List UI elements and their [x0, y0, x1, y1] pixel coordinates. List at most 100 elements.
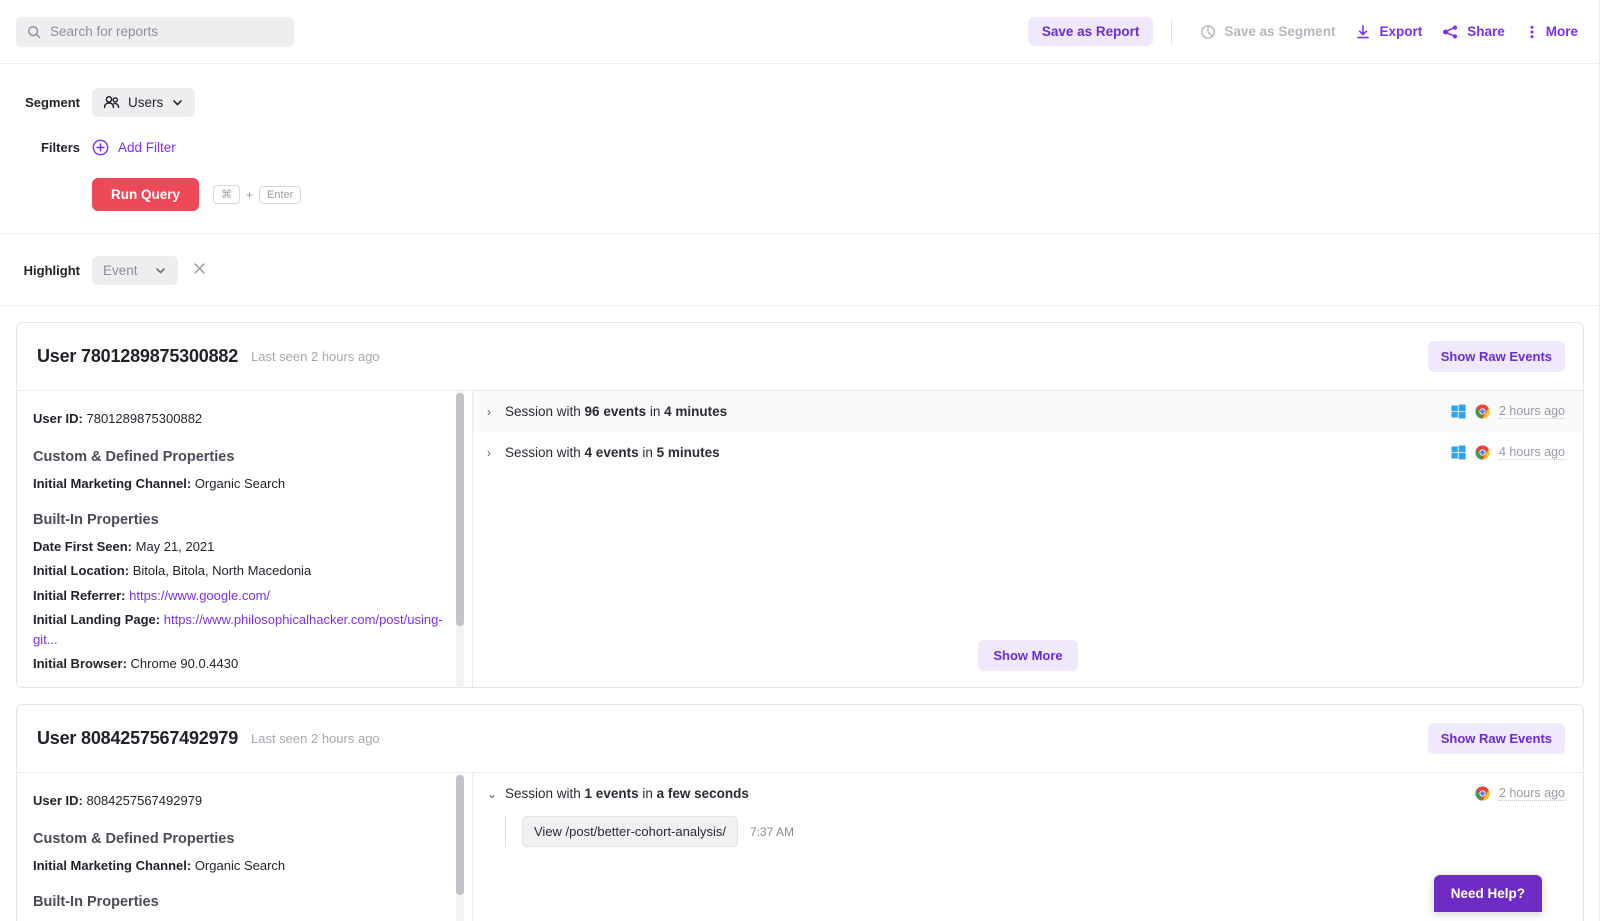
- user-id-value: 7801289875300882: [86, 411, 203, 426]
- more-label: More: [1545, 24, 1578, 39]
- search-placeholder: Search for reports: [50, 24, 159, 39]
- add-filter-button[interactable]: Add Filter: [92, 139, 176, 156]
- save-as-report-button[interactable]: Save as Report: [1027, 17, 1154, 46]
- session-row[interactable]: ⌄ Session with 1 events in a few seconds: [473, 773, 1583, 814]
- export-label: Export: [1379, 24, 1423, 39]
- pie-chart-icon: [1201, 24, 1216, 39]
- chevron-down-icon: ⌄: [487, 786, 498, 801]
- builtin-properties-heading: Built-In Properties: [33, 894, 159, 911]
- session-row[interactable]: › Session with 96 events in 4 minutes 2 …: [473, 391, 1583, 432]
- shortcut-modifier-key: ⌘: [213, 185, 241, 204]
- query-panel: Segment Users Filters Add Filter Run Que…: [0, 64, 1600, 234]
- session-timestamp: 2 hours ago: [1498, 404, 1565, 419]
- chrome-icon: [1475, 786, 1490, 801]
- user-card: User 7801289875300882 Last seen 2 hours …: [16, 322, 1584, 688]
- chevron-right-icon: ›: [487, 445, 491, 460]
- highlight-close-button[interactable]: [192, 261, 207, 281]
- session-meta: 2 hours ago: [1451, 404, 1565, 419]
- initial-referrer-link[interactable]: https://www.google.com/: [129, 588, 270, 603]
- windows-icon: [1451, 404, 1466, 419]
- run-shortcut-hint: ⌘ + Enter: [213, 185, 302, 204]
- session-event-count: 4 events: [584, 445, 639, 460]
- event-chip[interactable]: View /post/better-cohort-analysis/: [522, 816, 738, 847]
- need-help-button[interactable]: Need Help?: [1433, 875, 1542, 912]
- user-card-body: User ID: 8084257567492979 Custom & Defin…: [17, 773, 1583, 921]
- date-first-seen-line: Date First Seen: May 21, 2021: [33, 537, 452, 557]
- properties-scrollbar-thumb[interactable]: [456, 775, 464, 895]
- session-timestamp: 4 hours ago: [1498, 445, 1565, 460]
- date-first-seen-value: May 21, 2021: [135, 539, 215, 555]
- run-query-row: Run Query ⌘ + Enter: [0, 178, 1600, 233]
- user-last-seen: Last seen 2 hours ago: [251, 731, 380, 746]
- marketing-channel-line: Initial Marketing Channel: Organic Searc…: [33, 474, 452, 494]
- initial-browser-value: Chrome 90.0.4430: [130, 655, 239, 671]
- marketing-channel-label: Initial Marketing Channel:: [33, 476, 192, 492]
- highlight-value: Event: [103, 263, 138, 278]
- segment-value: Users: [128, 95, 164, 110]
- user-id-line: User ID: 8084257567492979: [33, 791, 452, 811]
- session-summary: Session with 4 events in 5 minutes: [505, 445, 720, 460]
- highlight-label: Highlight: [23, 263, 80, 278]
- session-meta: 2 hours ago: [1475, 786, 1565, 801]
- toolbar-actions: Save as Report Save as Segment Export Sh…: [1027, 17, 1578, 46]
- session-prefix: Session with: [505, 445, 585, 460]
- share-button[interactable]: Share: [1432, 18, 1515, 46]
- session-middle: in: [646, 404, 665, 419]
- save-as-segment-button[interactable]: Save as Segment: [1190, 18, 1345, 46]
- export-button[interactable]: Export: [1345, 18, 1432, 46]
- session-row[interactable]: › Session with 4 events in 5 minutes 4 h…: [473, 432, 1583, 473]
- session-summary: Session with 96 events in 4 minutes: [505, 404, 727, 419]
- chevron-down-icon: [155, 268, 165, 274]
- highlight-row: Highlight Event: [0, 256, 1600, 285]
- show-raw-events-button[interactable]: Show Raw Events: [1427, 723, 1565, 754]
- event-rail: [505, 816, 506, 847]
- user-last-seen: Last seen 2 hours ago: [251, 349, 380, 364]
- initial-referrer-line: Initial Referrer: https://www.google.com…: [33, 586, 452, 606]
- search-icon: [28, 25, 41, 38]
- user-id-label: User ID:: [33, 793, 83, 808]
- top-toolbar: Search for reports Save as Report Save a…: [0, 0, 1600, 64]
- initial-landing-line: Initial Landing Page: https://www.philos…: [33, 610, 452, 650]
- user-id-line: User ID: 7801289875300882: [33, 409, 452, 429]
- show-raw-events-button[interactable]: Show Raw Events: [1427, 341, 1565, 372]
- initial-location-label: Initial Location:: [33, 563, 130, 579]
- users-icon: [103, 96, 120, 109]
- sessions-panel: ⌄ Session with 1 events in a few seconds: [473, 773, 1583, 921]
- session-timestamp: 2 hours ago: [1498, 786, 1565, 801]
- properties-scrollbar-thumb[interactable]: [456, 393, 464, 626]
- user-properties-panel: User ID: 8084257567492979 Custom & Defin…: [17, 773, 472, 921]
- user-card-header: User 8084257567492979 Last seen 2 hours …: [17, 705, 1583, 773]
- search-input[interactable]: Search for reports: [16, 16, 294, 47]
- user-cards: User 7801289875300882 Last seen 2 hours …: [0, 306, 1600, 921]
- filters-label: Filters: [40, 140, 80, 155]
- show-more-button[interactable]: Show More: [978, 640, 1078, 671]
- save-as-segment-label: Save as Segment: [1224, 24, 1336, 39]
- session-prefix: Session with: [505, 786, 585, 801]
- highlight-select[interactable]: Event: [92, 256, 178, 285]
- session-duration: 4 minutes: [664, 404, 728, 419]
- custom-properties-heading: Custom & Defined Properties: [33, 831, 235, 848]
- date-first-seen-label: Date First Seen:: [33, 539, 132, 555]
- shortcut-plus: +: [246, 187, 254, 202]
- chrome-icon: [1475, 404, 1490, 419]
- initial-browser-line: Initial Browser: Chrome 90.0.4430: [33, 654, 452, 674]
- more-vertical-icon: [1530, 25, 1534, 38]
- marketing-channel-value: Organic Search: [194, 858, 286, 874]
- marketing-channel-line: Initial Marketing Channel: Organic Searc…: [33, 856, 452, 876]
- user-card: User 8084257567492979 Last seen 2 hours …: [16, 704, 1584, 921]
- initial-referrer-label: Initial Referrer:: [33, 587, 126, 603]
- download-icon: [1357, 24, 1370, 38]
- run-query-button[interactable]: Run Query: [92, 178, 200, 211]
- builtin-properties-heading: Built-In Properties: [33, 512, 159, 529]
- more-button[interactable]: More: [1515, 18, 1578, 46]
- segment-select[interactable]: Users: [92, 88, 196, 117]
- session-summary: Session with 1 events in a few seconds: [505, 786, 749, 801]
- session-duration: 5 minutes: [656, 445, 720, 460]
- highlight-panel: Highlight Event: [0, 234, 1600, 306]
- segment-label: Segment: [25, 95, 80, 110]
- initial-location-value: Bitola, Bitola, North Macedonia: [132, 563, 312, 579]
- shortcut-enter-key: Enter: [259, 185, 302, 204]
- segment-row: Segment Users: [0, 88, 1600, 117]
- marketing-channel-value: Organic Search: [194, 476, 286, 492]
- plus-circle-icon: [92, 139, 109, 156]
